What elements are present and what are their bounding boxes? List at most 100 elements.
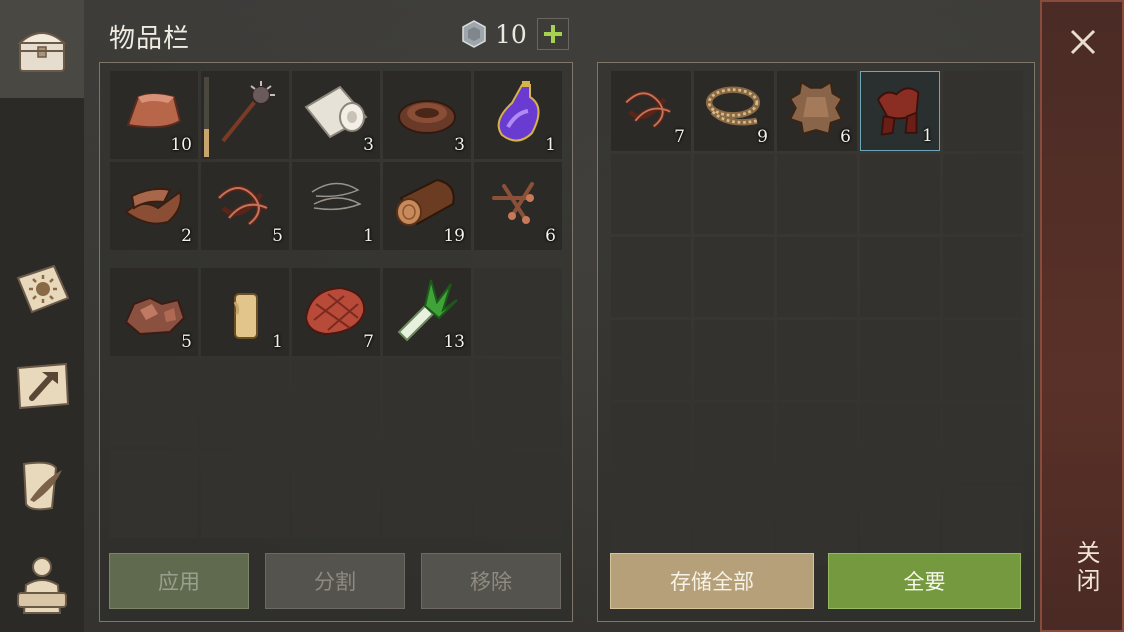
inventory-slot[interactable]: 6 (474, 162, 562, 250)
leather-straps-icon (217, 185, 269, 226)
chest-icon (17, 32, 67, 72)
storage-empty-slot[interactable] (694, 154, 774, 234)
storage-empty-slot[interactable] (943, 403, 1023, 483)
item-quantity: 1 (363, 226, 374, 246)
item-quantity: 5 (272, 226, 283, 246)
inventory-slot[interactable] (201, 71, 289, 159)
inventory-slot[interactable]: 1 (474, 71, 562, 159)
inventory-empty-slot[interactable] (201, 359, 289, 447)
store-all-button[interactable]: 存储全部 (610, 553, 814, 609)
inventory-empty-slot[interactable] (201, 450, 289, 538)
tab-inventory[interactable] (0, 0, 84, 98)
storage-empty-slot[interactable] (943, 71, 1023, 151)
inventory-slot[interactable]: 7 (292, 268, 380, 356)
storage-slot[interactable]: 9 (694, 71, 774, 151)
storage-slot[interactable]: 1 (860, 71, 940, 151)
tab-character[interactable] (0, 540, 84, 630)
raw-meat-icon (304, 286, 366, 336)
hammer-map-icon (16, 362, 70, 410)
leather-scraps-icon (124, 187, 182, 225)
storage-empty-slot[interactable] (943, 154, 1023, 234)
storage-empty-slot[interactable] (777, 237, 857, 317)
quill-scroll-icon (22, 461, 62, 511)
remove-button[interactable]: 移除 (421, 553, 561, 609)
inventory-slot[interactable]: 5 (201, 162, 289, 250)
inventory-empty-slot[interactable] (383, 359, 471, 447)
nails-icon (492, 182, 534, 224)
inventory-empty-slot[interactable] (110, 450, 198, 538)
storage-slot[interactable]: 6 (777, 71, 857, 151)
storage-empty-slot[interactable] (777, 320, 857, 400)
apply-button[interactable]: 应用 (109, 553, 249, 609)
candle-icon (233, 280, 258, 339)
inventory-empty-slot[interactable] (383, 450, 471, 538)
page-title: 物品栏 (109, 24, 191, 54)
inventory-empty-slot[interactable] (110, 359, 198, 447)
wire-coil-icon (311, 182, 364, 226)
inventory-slot[interactable]: 5 (110, 268, 198, 356)
inventory-slot[interactable]: 1 (292, 162, 380, 250)
inventory-slot[interactable]: 19 (383, 162, 471, 250)
inventory-slot[interactable]: 3 (383, 71, 471, 159)
item-quantity: 10 (170, 135, 192, 155)
item-quantity: 1 (545, 135, 556, 155)
storage-empty-slot[interactable] (860, 320, 940, 400)
inventory-slot[interactable]: 3 (292, 71, 380, 159)
item-quantity: 6 (545, 226, 556, 246)
close-strip[interactable] (1040, 0, 1124, 632)
storage-empty-slot[interactable] (777, 154, 857, 234)
storage-empty-slot[interactable] (694, 237, 774, 317)
storage-empty-slot[interactable] (694, 403, 774, 483)
storage-empty-slot[interactable] (860, 154, 940, 234)
inventory-bottom-grid: 5 1 7 13 (110, 268, 562, 538)
storage-empty-slot[interactable] (777, 403, 857, 483)
storage-empty-slot[interactable] (611, 320, 691, 400)
tab-quests[interactable] (0, 446, 84, 526)
inventory-empty-slot[interactable] (474, 268, 562, 356)
durability-bar (204, 77, 209, 157)
storage-empty-slot[interactable] (860, 403, 940, 483)
inventory-slot[interactable]: 1 (201, 268, 289, 356)
add-currency-button[interactable] (536, 18, 569, 50)
storage-empty-slot[interactable] (611, 403, 691, 483)
gem-icon (462, 20, 486, 48)
purple-potion-icon (497, 81, 540, 142)
item-quantity: 9 (757, 127, 768, 147)
inventory-slot[interactable]: 2 (110, 162, 198, 250)
item-quantity: 6 (840, 127, 851, 147)
storage-grid: 7 9 6 1 (611, 71, 1023, 566)
item-quantity: 5 (181, 332, 192, 352)
close-button[interactable]: 关闭 (1064, 540, 1104, 596)
storage-empty-slot[interactable] (860, 237, 940, 317)
inventory-empty-slot[interactable] (474, 450, 562, 538)
currency-display: 10 (459, 18, 569, 50)
split-button[interactable]: 分割 (265, 553, 405, 609)
inventory-empty-slot[interactable] (474, 359, 562, 447)
tab-skills[interactable] (0, 252, 84, 328)
storage-empty-slot[interactable] (611, 154, 691, 234)
spiked-mace-icon (221, 81, 275, 143)
item-quantity: 2 (181, 226, 192, 246)
inventory-slot[interactable]: 10 (110, 71, 198, 159)
close-icon[interactable] (1067, 26, 1099, 58)
tab-crafting[interactable] (0, 348, 84, 424)
storage-empty-slot[interactable] (694, 320, 774, 400)
storage-empty-slot[interactable] (943, 320, 1023, 400)
character-silhouette-icon (17, 557, 67, 614)
copper-ore-icon (124, 296, 186, 336)
item-quantity: 1 (272, 332, 283, 352)
inventory-empty-slot[interactable] (292, 359, 380, 447)
cloth-roll-icon (304, 85, 368, 139)
item-quantity: 13 (443, 332, 465, 352)
item-quantity: 7 (674, 127, 685, 147)
item-quantity: 7 (363, 332, 374, 352)
inventory-slot[interactable]: 13 (383, 268, 471, 356)
item-quantity: 3 (363, 135, 374, 155)
item-quantity: 19 (443, 226, 465, 246)
storage-empty-slot[interactable] (943, 237, 1023, 317)
storage-slot[interactable]: 7 (611, 71, 691, 151)
inventory-empty-slot[interactable] (292, 450, 380, 538)
storage-empty-slot[interactable] (611, 237, 691, 317)
inventory-top-grid: 10 3 3 1 2 5 1 19 6 (110, 71, 562, 250)
take-all-button[interactable]: 全要 (828, 553, 1021, 609)
